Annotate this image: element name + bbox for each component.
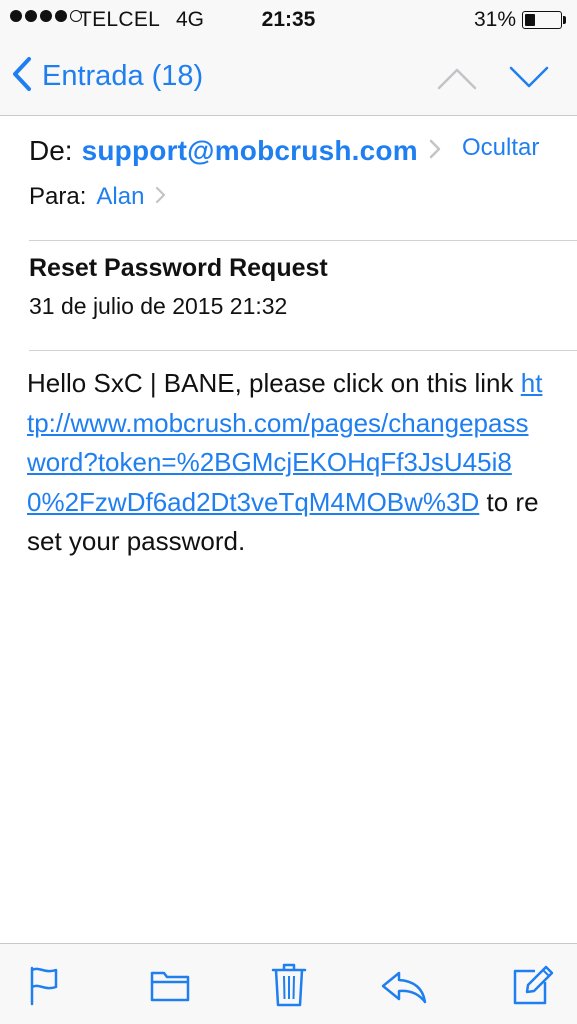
chevron-left-icon xyxy=(12,56,32,97)
chevron-up-icon xyxy=(434,68,480,102)
trash-icon xyxy=(269,961,309,1009)
message-body: Hello SxC | BANE, please click on this l… xyxy=(27,364,547,562)
navigation-bar: Entrada (18) xyxy=(0,40,577,116)
hide-details-button[interactable]: Ocultar xyxy=(462,134,539,162)
chevron-right-icon xyxy=(154,185,166,210)
flag-button[interactable] xyxy=(20,961,68,1009)
sender-address[interactable]: support@mobcrush.com xyxy=(82,135,418,167)
from-label: De: xyxy=(29,135,73,166)
battery-icon xyxy=(522,11,562,29)
battery-level-fill xyxy=(525,14,536,26)
folder-icon xyxy=(148,965,192,1005)
message-date: 31 de julio de 2015 21:32 xyxy=(29,293,288,319)
recipient-row: Para: Alan xyxy=(29,178,166,216)
compose-button[interactable] xyxy=(508,961,556,1009)
back-to-inbox-button[interactable]: Entrada (18) xyxy=(12,54,203,98)
flag-icon xyxy=(24,963,64,1007)
reply-icon xyxy=(379,965,429,1005)
battery-tip xyxy=(563,16,566,24)
next-message-button[interactable] xyxy=(506,58,552,98)
to-label: Para: xyxy=(29,183,87,210)
subject-divider xyxy=(29,350,577,351)
move-to-folder-button[interactable] xyxy=(146,961,194,1009)
battery-percent: 31% xyxy=(474,8,517,31)
status-bar: TELCEL 4G 21:35 31% xyxy=(0,0,577,40)
message-subject: Reset Password Request xyxy=(29,254,328,282)
sender-row: De: support@mobcrush.com xyxy=(29,130,442,172)
body-intro-text: Hello SxC | BANE, please click on this l… xyxy=(27,368,521,398)
delete-button[interactable] xyxy=(265,961,313,1009)
back-label: Entrada (18) xyxy=(42,59,204,92)
previous-message-button[interactable] xyxy=(434,58,480,98)
header-divider xyxy=(29,240,577,241)
chevron-down-icon xyxy=(506,66,552,102)
reply-button[interactable] xyxy=(380,961,428,1009)
chevron-right-icon xyxy=(428,138,442,165)
top-bar: TELCEL 4G 21:35 31% Entrada (18) xyxy=(0,0,577,116)
recipient-name[interactable]: Alan xyxy=(96,183,144,211)
mail-message-screen: TELCEL 4G 21:35 31% Entrada (18) De: sup… xyxy=(0,0,577,1024)
bottom-toolbar xyxy=(0,943,577,1024)
compose-icon xyxy=(509,962,555,1008)
